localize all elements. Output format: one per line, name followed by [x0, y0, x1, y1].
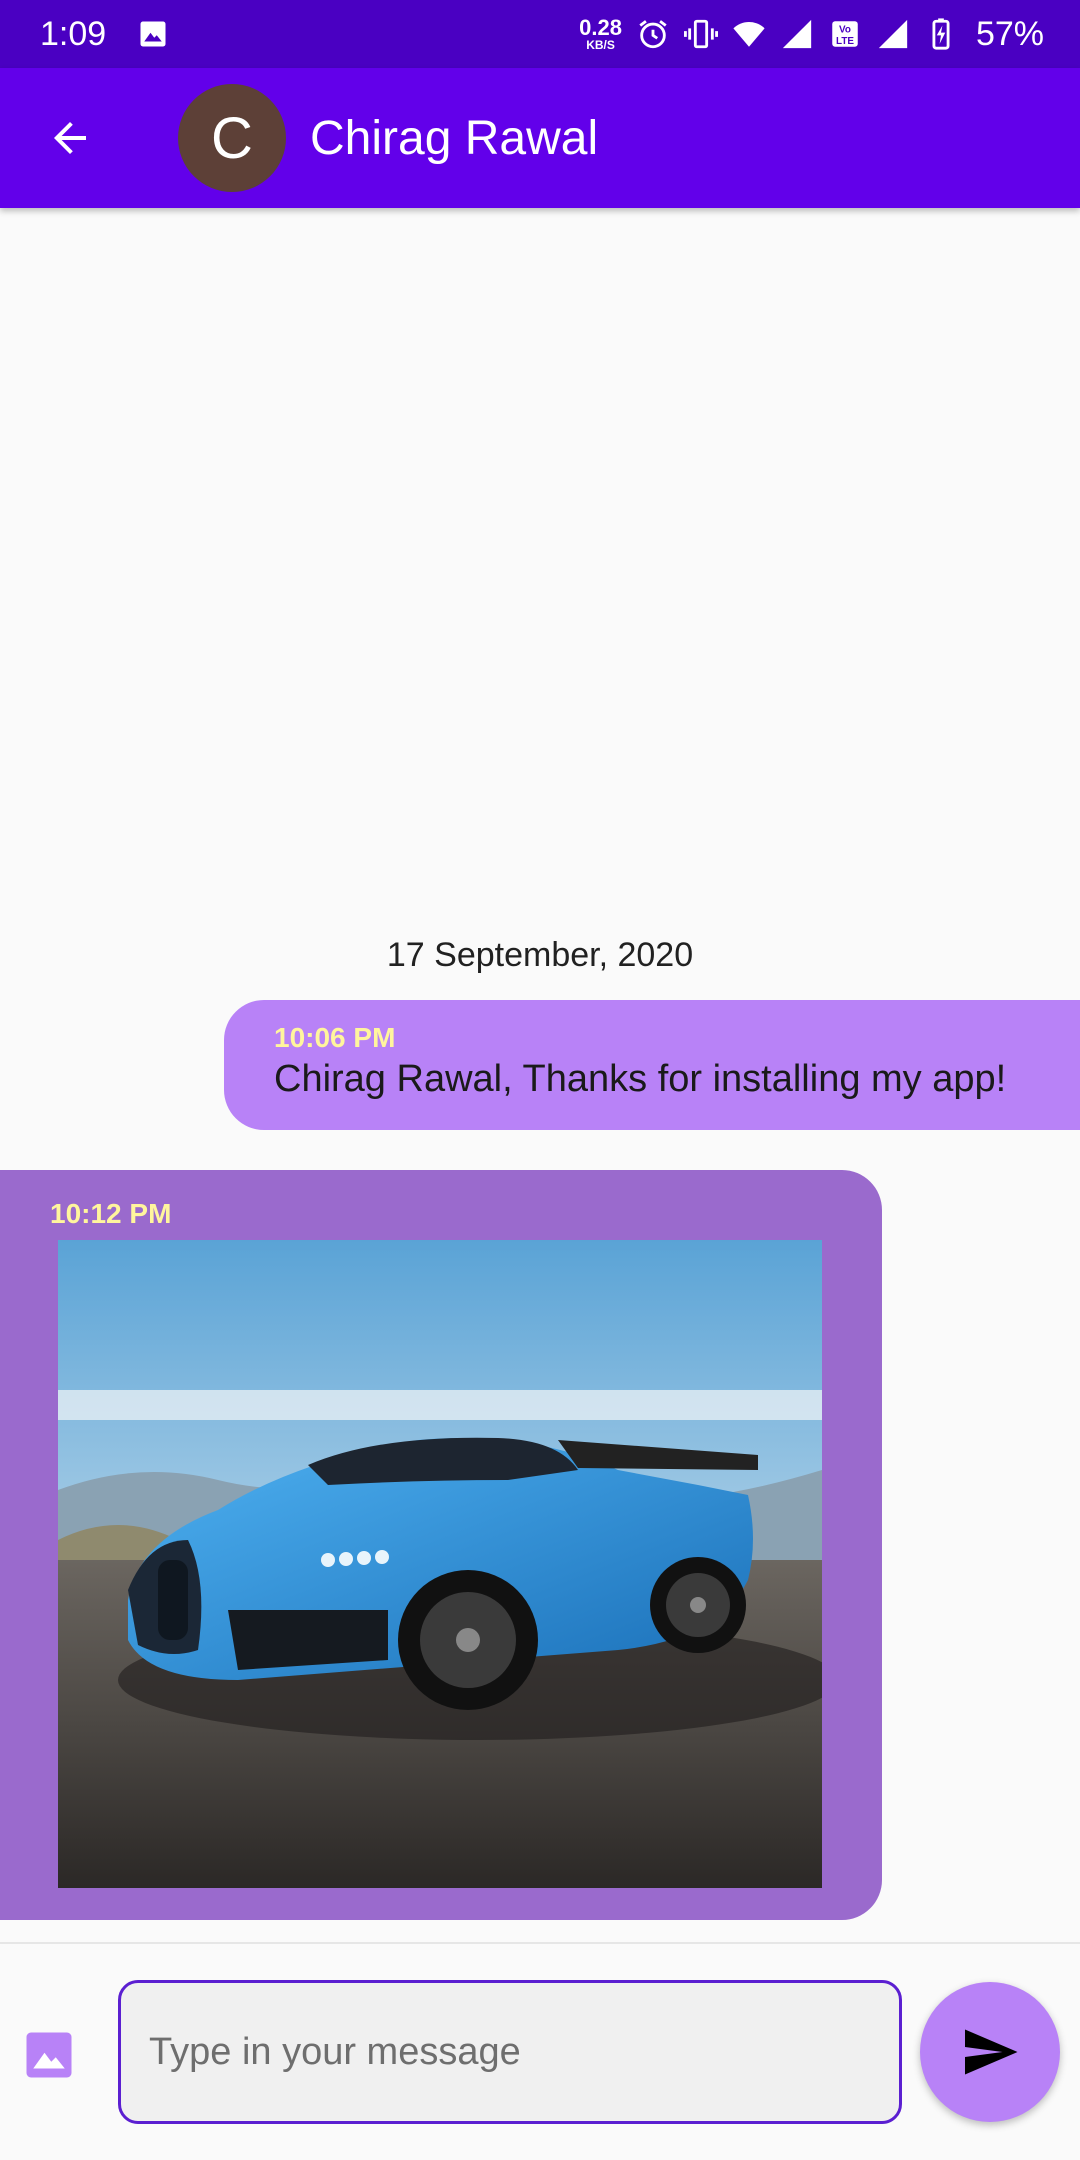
car-photo: [58, 1240, 822, 1888]
date-separator: 17 September, 2020: [386, 936, 694, 974]
contact-name[interactable]: Chirag Rawal: [310, 111, 598, 166]
vibrate-icon: [683, 19, 718, 49]
message-time: 10:06 PM: [274, 1022, 396, 1053]
message-time: 10:12 PM: [50, 1198, 172, 1229]
incoming-image-message[interactable]: 10:12 PM: [0, 1170, 882, 1920]
svg-text:Vo: Vo: [839, 25, 851, 36]
status-time: 1:09: [40, 14, 107, 53]
message-text: Chirag Rawal, Thanks for installing my a…: [274, 1058, 1007, 1100]
svg-text:LTE: LTE: [836, 36, 854, 47]
composer-divider: [0, 1942, 1080, 1944]
message-input[interactable]: [118, 1980, 902, 2124]
wifi-icon: [733, 21, 765, 47]
network-speed-value: 0.28: [579, 15, 622, 40]
back-arrow-icon: [54, 122, 86, 154]
battery-charging-icon: [932, 18, 950, 50]
network-speed-unit: KB/S: [586, 38, 615, 52]
image-attach-icon[interactable]: [22, 2028, 76, 2082]
status-icons: 0.28 KB/S Vo LTE 57%: [579, 15, 1044, 54]
signal-icon: [878, 19, 908, 49]
volte-icon: Vo LTE: [832, 21, 858, 47]
battery-percent: 57%: [975, 14, 1044, 53]
status-bar: 1:09 0.28 KB/S Vo LTE 57%: [0, 0, 1080, 68]
back-button[interactable]: [40, 108, 100, 168]
gallery-icon: [140, 21, 166, 47]
network-speed: 0.28 KB/S: [579, 15, 622, 52]
send-icon: [965, 2029, 1018, 2075]
chat-header: C Chirag Rawal: [0, 68, 1080, 208]
outgoing-message[interactable]: 10:06 PM Chirag Rawal, Thanks for instal…: [224, 1000, 1080, 1130]
avatar[interactable]: C: [178, 84, 286, 192]
message-image[interactable]: [58, 1240, 822, 1888]
alarm-icon: [639, 20, 667, 49]
send-button[interactable]: [920, 1982, 1060, 2122]
signal-icon: [782, 19, 812, 49]
